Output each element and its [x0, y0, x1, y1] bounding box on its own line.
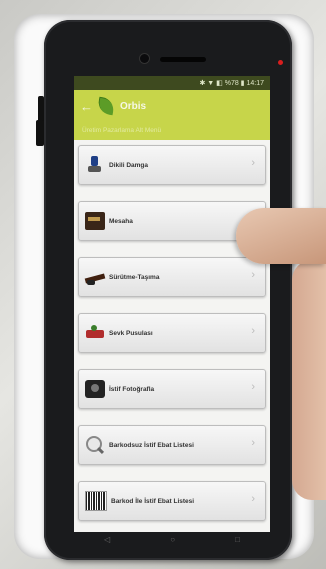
menu-item-barkodsuz-istif[interactable]: Barkodsuz İstif Ebat Listesi ›	[78, 425, 266, 465]
app-title: Orbis	[120, 100, 147, 112]
chevron-right-icon: ›	[251, 437, 255, 449]
chevron-right-icon: ›	[251, 157, 255, 169]
menu-item-label: Barkodsuz İstif Ebat Listesi	[109, 441, 194, 449]
chevron-right-icon: ›	[251, 325, 255, 337]
phone-screen: ✱ ▼ ◧ %78 ▮ 14:17 ← Orbis Üretim Pazarla…	[74, 76, 270, 546]
truck-icon	[85, 324, 105, 342]
menu-item-label: İstif Fotoğrafla	[109, 385, 155, 393]
hand-palm	[292, 260, 326, 500]
status-bar: ✱ ▼ ◧ %78 ▮ 14:17	[74, 76, 270, 90]
status-text: ✱ ▼ ◧ %78 ▮ 14:17	[199, 80, 264, 87]
system-nav-bar: ◁ ○ □	[74, 532, 270, 546]
measuring-tool-icon	[85, 212, 105, 230]
notification-led	[278, 60, 283, 65]
front-camera	[140, 54, 149, 63]
menu-list: Dikili Damga › Mesaha › Sürütme-Taşıma ›…	[74, 145, 270, 521]
back-arrow-icon[interactable]: ←	[80, 99, 93, 114]
barcode-icon	[85, 491, 107, 511]
chevron-right-icon: ›	[251, 493, 255, 505]
magnifier-icon	[85, 436, 105, 454]
chevron-right-icon: ›	[251, 269, 255, 281]
earpiece	[160, 57, 206, 62]
menu-item-label: Sürütme-Taşıma	[109, 273, 160, 281]
menu-item-dikili-damga[interactable]: Dikili Damga ›	[78, 145, 266, 185]
log-truck-icon	[85, 268, 105, 286]
nav-recents-icon[interactable]: □	[235, 535, 240, 544]
menu-item-label: Barkod İle İstif Ebat Listesi	[111, 497, 195, 505]
nav-back-icon[interactable]: ◁	[104, 535, 110, 544]
camera-icon	[85, 380, 105, 398]
stamp-icon	[85, 156, 105, 174]
side-button	[36, 120, 44, 146]
menu-item-sevk-pusulasi[interactable]: Sevk Pusulası ›	[78, 313, 266, 353]
app-bar: ← Orbis	[74, 90, 270, 122]
menu-item-label: Sevk Pusulası	[109, 329, 153, 337]
nav-home-icon[interactable]: ○	[170, 535, 175, 544]
menu-item-barkod-ile-istif[interactable]: Barkod İle İstif Ebat Listesi ›	[78, 481, 266, 521]
menu-item-istif-fotografla[interactable]: İstif Fotoğrafla ›	[78, 369, 266, 409]
submenu-title: Üretim Pazarlama Alt Menü	[74, 122, 270, 140]
finger	[236, 208, 326, 264]
menu-item-surutme-tasima[interactable]: Sürütme-Taşıma ›	[78, 257, 266, 297]
chevron-right-icon: ›	[251, 381, 255, 393]
menu-item-label: Mesaha	[109, 217, 133, 225]
menu-item-label: Dikili Damga	[109, 161, 149, 169]
leaf-logo-icon	[96, 96, 116, 116]
